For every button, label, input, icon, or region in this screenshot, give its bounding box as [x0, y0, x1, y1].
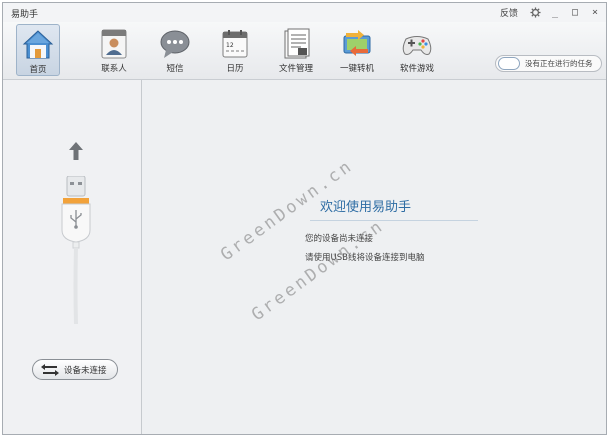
nav-file-manager[interactable]: 文件管理 — [268, 24, 324, 76]
nav-label: 文件管理 — [278, 64, 313, 74]
nav-label: 一键转机 — [339, 64, 374, 74]
nav-phone-transfer[interactable]: 一键转机 — [329, 24, 385, 76]
home-icon — [22, 30, 54, 59]
arrow-up-icon — [69, 142, 83, 160]
nav-label: 联系人 — [101, 64, 127, 74]
usb-instruction: 请使用USB线将设备连接到电脑 — [305, 253, 425, 263]
main-toolbar: 首页 联系人 短信 12 日历 文件管理 一键转机 软件游戏 没有正在进行的任务 — [3, 22, 606, 80]
device-sidebar: 设备未连接 — [3, 80, 142, 434]
task-switch[interactable] — [498, 57, 520, 70]
feedback-link[interactable]: 反馈 — [500, 6, 518, 19]
nav-label: 首页 — [29, 65, 47, 75]
calendar-day: 12 — [226, 42, 234, 49]
sms-icon — [160, 30, 190, 58]
welcome-divider — [310, 220, 478, 221]
app-title: 易助手 — [11, 10, 39, 20]
main-panel: 欢迎使用易助手 您的设备尚未连接 请使用USB线将设备连接到电脑 — [143, 80, 606, 434]
device-status-pill[interactable]: 设备未连接 — [32, 359, 118, 380]
nav-sms[interactable]: 短信 — [147, 24, 203, 76]
swap-icon — [41, 363, 59, 376]
title-bar: 易助手 反馈 _ □ × — [3, 3, 606, 22]
nav-software-games[interactable]: 软件游戏 — [389, 24, 445, 76]
title-actions: 反馈 _ □ × — [500, 5, 602, 19]
welcome-title: 欢迎使用易助手 — [320, 200, 412, 215]
status-message: 您的设备尚未连接 — [305, 234, 374, 244]
app-window: 易助手 反馈 _ □ × 首页 联系人 短信 12 日历 文件管理 一键转机 软… — [2, 2, 607, 435]
calendar-icon: 12 — [222, 30, 248, 58]
gamepad-icon — [402, 36, 432, 55]
gear-icon[interactable] — [528, 5, 542, 19]
nav-contacts[interactable]: 联系人 — [86, 24, 142, 76]
nav-label: 软件游戏 — [399, 64, 434, 74]
file-manager-icon — [284, 28, 310, 59]
phone-transfer-icon — [343, 30, 371, 56]
close-button[interactable]: × — [588, 5, 602, 19]
nav-home[interactable]: 首页 — [16, 24, 60, 76]
task-toggle[interactable]: 没有正在进行的任务 — [495, 55, 602, 72]
maximize-button[interactable]: □ — [568, 5, 582, 19]
device-status-label: 设备未连接 — [64, 365, 107, 376]
nav-calendar[interactable]: 12 日历 — [207, 24, 263, 76]
nav-label: 短信 — [166, 64, 184, 74]
minimize-button[interactable]: _ — [548, 5, 562, 19]
nav-label: 日历 — [226, 64, 244, 74]
usb-cable-icon — [61, 176, 91, 324]
contacts-icon — [101, 29, 127, 59]
task-label: 没有正在进行的任务 — [525, 59, 593, 68]
